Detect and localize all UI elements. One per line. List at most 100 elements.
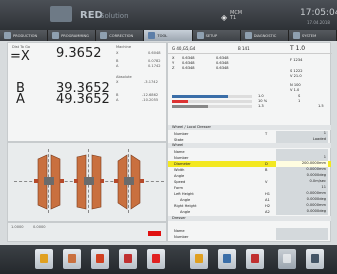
param-symbol: D [265, 162, 268, 166]
warning-icon [152, 254, 160, 263]
param-label: Form [174, 186, 184, 190]
g-codes: G 40,G5,G4 [172, 46, 196, 51]
bar-track [172, 95, 252, 98]
param-value: 0.0000deg [276, 197, 328, 203]
system-icon [292, 32, 300, 39]
wheel-header: Wheel [168, 143, 331, 148]
bar-value: 10 % [258, 99, 268, 103]
v1-label: V 1.0 [290, 88, 300, 92]
param-symbol: T [265, 132, 268, 136]
param-label: Diameter [174, 162, 191, 166]
param-value: 0.0000mm [276, 167, 328, 173]
wheel-pin [100, 179, 104, 183]
softkey-next[interactable] [278, 249, 296, 269]
top-bar: RED Solution ◈ MCM T1 17:05:04 17.04.201… [0, 0, 337, 30]
machine-axis: A [116, 64, 119, 68]
position-panel: Dist To Go =X 9.3652 Machine X 0.6048 B … [7, 42, 167, 142]
param-value: 0.0000deg [276, 209, 328, 215]
bar-fill [172, 100, 188, 103]
softkey-wheel[interactable] [63, 249, 81, 269]
bar-track [172, 100, 252, 103]
machine-status: MCM T1 [230, 11, 242, 21]
coord-value: 0.6348 [182, 56, 195, 60]
softkey-copy[interactable] [190, 249, 208, 269]
softkey-dress[interactable] [91, 249, 109, 269]
b-indicator: B 141 [238, 46, 250, 51]
coord-axis: Z [172, 66, 175, 70]
offset-value: 0.0000 [33, 225, 46, 229]
softkey-edit[interactable] [218, 249, 236, 269]
coord-value: 0.6348 [182, 61, 195, 65]
feed-label: F 1234 [290, 58, 303, 62]
tab-label: SYSTEM [301, 33, 317, 38]
param-label: Right Height [174, 204, 197, 208]
param-value: 0.0m/sec [276, 179, 328, 185]
softkey-load[interactable] [35, 249, 53, 269]
main-tabs: PRODUCTION PROGRAMMING CORRECTION TOOL S… [0, 30, 337, 41]
tab-programming[interactable]: PROGRAMMING [48, 30, 97, 41]
tab-tool[interactable]: TOOL [144, 30, 193, 41]
wheel-shape-center [74, 154, 104, 210]
tab-system[interactable]: SYSTEM [288, 30, 337, 41]
wheel-pin [60, 179, 64, 183]
date: 17.04.2018 [307, 20, 330, 25]
machine-axis: B [116, 59, 119, 63]
main-axis: =X [10, 49, 30, 64]
dresser-header: Dresser [168, 216, 331, 221]
tool-icon [148, 32, 156, 39]
load-icon [40, 254, 48, 263]
correction-icon [100, 32, 108, 39]
param-value: 0.0000mm [276, 203, 328, 209]
tab-label: TOOL [157, 33, 168, 38]
param-symbol: A2 [265, 210, 270, 214]
softkey-delete[interactable] [246, 249, 264, 269]
param-row[interactable]: Angle A2 0.0000deg [168, 209, 331, 215]
coord-value: 0.6348 [216, 61, 229, 65]
param-symbol: H2 [265, 204, 270, 208]
scale-value: 1.0000 [11, 225, 24, 229]
bar-fill [172, 95, 228, 98]
tab-production[interactable]: PRODUCTION [0, 30, 49, 41]
param-label: Name [174, 229, 185, 233]
tab-diagnostic[interactable]: DIAGNOSTIC [240, 30, 289, 41]
speed-label: S 1222 [290, 69, 303, 73]
param-label: Left Height [174, 192, 194, 196]
machine-value: 0.0782 [148, 59, 161, 63]
wheel-hub [44, 177, 54, 185]
side-value: S [298, 94, 301, 98]
alarm-indicator [148, 231, 161, 236]
measure-icon [124, 254, 132, 263]
tool-scale-bar: 1.0000 0.0000 [7, 222, 167, 242]
t-indicator: T 1.0 [290, 45, 306, 52]
tab-setup[interactable]: SETUP [192, 30, 241, 41]
softkey-back[interactable] [306, 249, 324, 269]
param-value [276, 228, 328, 234]
a-axis: A [16, 92, 25, 107]
param-value: 200.0000mm [276, 161, 328, 167]
wheel-pin [34, 179, 38, 183]
softkey-bar [0, 245, 337, 274]
param-row[interactable]: Number [168, 234, 331, 240]
softkey-measure[interactable] [119, 249, 137, 269]
coord-value: 0.6348 [216, 66, 229, 70]
param-label: Angle [174, 174, 185, 178]
absolute-axis: A [116, 98, 119, 102]
wheel-shape-right [114, 154, 144, 210]
production-icon [4, 32, 11, 39]
bar-fill [172, 105, 208, 108]
param-value: Loaded [276, 137, 328, 143]
softkey-warning[interactable] [147, 249, 165, 269]
tab-correction[interactable]: CORRECTION [96, 30, 145, 41]
brand-sub: Solution [100, 12, 129, 20]
param-value [276, 234, 328, 240]
coord-value: 0.6348 [216, 56, 229, 60]
diagnostic-icon [244, 32, 252, 39]
param-value: 1 [276, 155, 328, 161]
section-title: Dresser [172, 216, 186, 220]
param-label: Number [174, 235, 189, 239]
next-icon [283, 254, 291, 263]
wheel-shape-left [34, 154, 64, 210]
param-label: Angle [180, 210, 191, 214]
tab-label: DIAGNOSTIC [253, 33, 277, 38]
bar-value: 1.0 [258, 94, 264, 98]
